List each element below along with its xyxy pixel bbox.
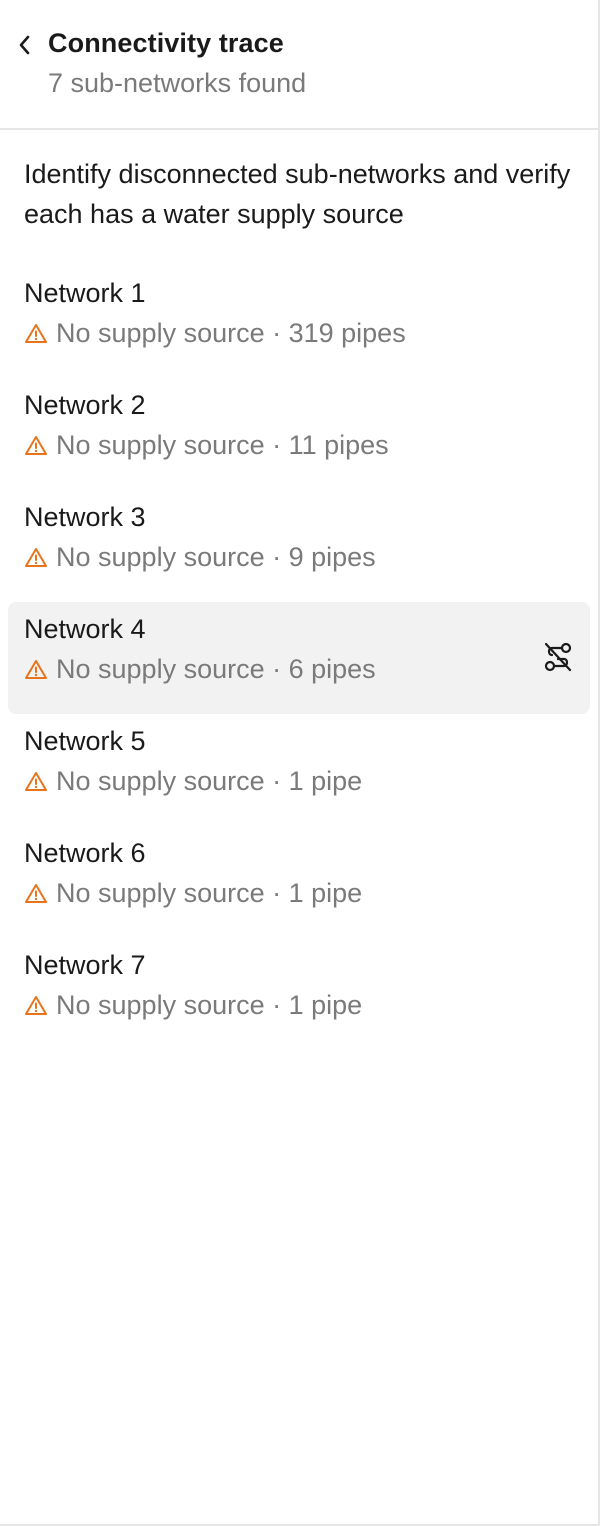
network-name: Network 6 bbox=[24, 838, 146, 868]
network-status-text: No supply source · 319 pipes bbox=[56, 318, 406, 348]
list-item[interactable]: Network 1 No supply source · 319 pipes bbox=[8, 266, 590, 378]
network-name: Network 4 bbox=[24, 614, 146, 644]
network-status-text: No supply source · 6 pipes bbox=[56, 654, 376, 684]
back-button[interactable] bbox=[10, 28, 40, 62]
network-name: Network 5 bbox=[24, 726, 146, 756]
list-item-selected[interactable]: Network 4 No supply source · 6 pipes bbox=[8, 602, 590, 714]
network-list: Network 1 No supply source · 319 pipes N… bbox=[8, 266, 590, 1050]
network-status: No supply source · 1 pipe bbox=[24, 878, 362, 909]
warning-icon bbox=[24, 882, 48, 906]
network-name: Network 7 bbox=[24, 950, 146, 980]
network-status-text: No supply source · 11 pipes bbox=[56, 430, 389, 460]
network-status: No supply source · 1 pipe bbox=[24, 990, 362, 1021]
network-status: No supply source · 6 pipes bbox=[24, 654, 376, 685]
route-off-icon[interactable] bbox=[542, 640, 574, 674]
warning-icon bbox=[24, 658, 48, 682]
warning-icon bbox=[24, 546, 48, 570]
list-item[interactable]: Network 6 No supply source · 1 pipe bbox=[8, 826, 590, 938]
warning-icon bbox=[24, 322, 48, 346]
network-name: Network 3 bbox=[24, 502, 146, 532]
warning-icon bbox=[24, 994, 48, 1018]
network-status-text: No supply source · 1 pipe bbox=[56, 878, 363, 908]
page-subtitle: 7 sub-networks found bbox=[48, 68, 307, 98]
network-status-text: No supply source · 1 pipe bbox=[56, 990, 363, 1020]
description-text: Identify disconnected sub-networks and v… bbox=[24, 159, 571, 229]
connectivity-trace-panel: Connectivity trace 7 sub-networks found … bbox=[0, 0, 600, 1526]
warning-icon bbox=[24, 770, 48, 794]
list-item[interactable]: Network 7 No supply source · 1 pipe bbox=[8, 938, 590, 1050]
warning-icon bbox=[24, 434, 48, 458]
list-item[interactable]: Network 2 No supply source · 11 pipes bbox=[8, 378, 590, 490]
page-title: Connectivity trace bbox=[48, 28, 284, 58]
network-status-text: No supply source · 9 pipes bbox=[56, 542, 376, 572]
network-status: No supply source · 11 pipes bbox=[24, 430, 389, 461]
chevron-left-icon bbox=[19, 35, 30, 55]
network-name: Network 1 bbox=[24, 278, 146, 308]
network-status: No supply source · 319 pipes bbox=[24, 318, 406, 349]
network-status: No supply source · 1 pipe bbox=[24, 766, 362, 797]
network-status-text: No supply source · 1 pipe bbox=[56, 766, 363, 796]
network-status: No supply source · 9 pipes bbox=[24, 542, 376, 573]
list-item[interactable]: Network 5 No supply source · 1 pipe bbox=[8, 714, 590, 826]
network-name: Network 2 bbox=[24, 390, 146, 420]
list-item[interactable]: Network 3 No supply source · 9 pipes bbox=[8, 490, 590, 602]
panel-header: Connectivity trace 7 sub-networks found bbox=[0, 0, 598, 130]
